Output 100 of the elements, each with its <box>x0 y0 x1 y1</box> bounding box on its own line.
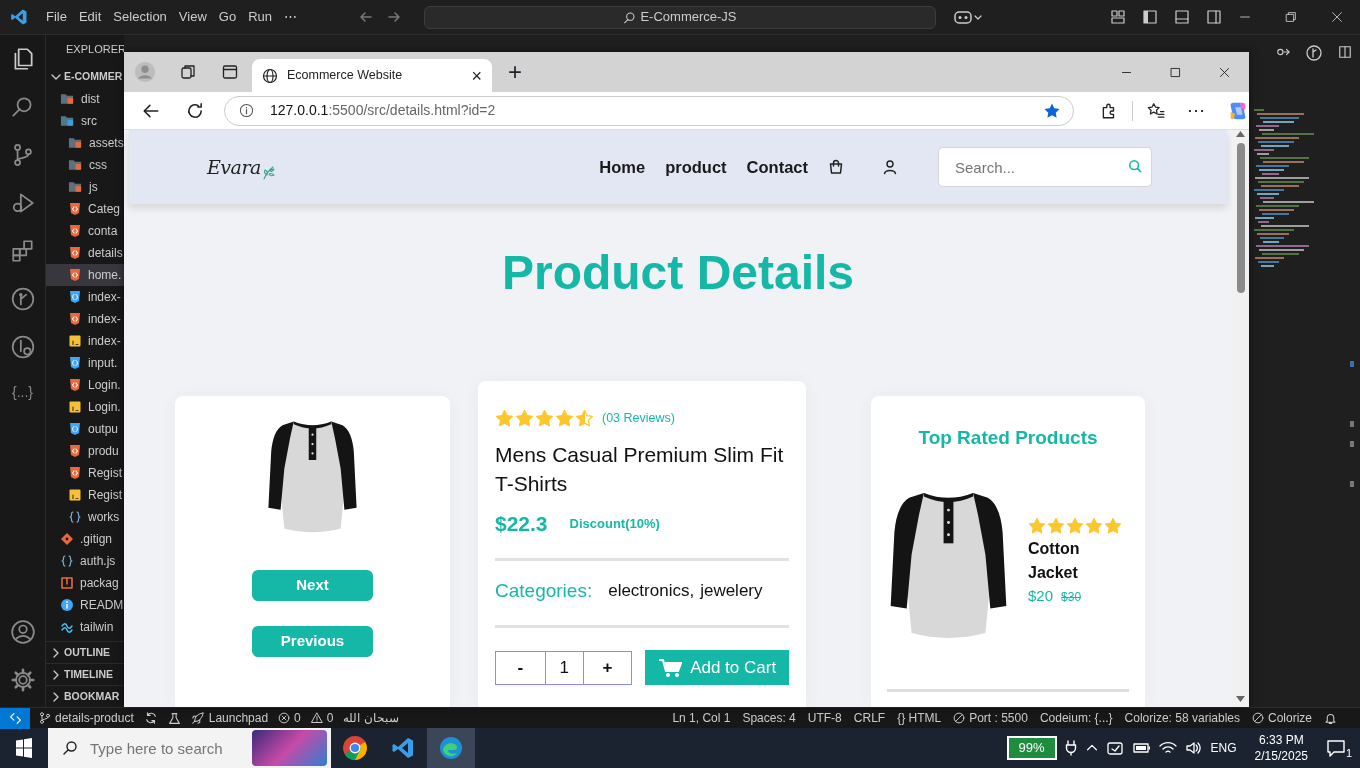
file-tree-item[interactable]: works <box>46 506 124 528</box>
menu-item[interactable]: ⋯ <box>278 7 303 27</box>
section-title[interactable]: E-COMMER <box>64 69 123 85</box>
product-name[interactable]: Cotton Jacket <box>1028 537 1098 586</box>
maximize-icon[interactable] <box>1169 65 1182 79</box>
status-item[interactable]: Colorize: 58 variables <box>1119 709 1245 727</box>
category-link[interactable]: electronics, <box>608 578 695 604</box>
site-logo[interactable]: Evara <box>207 152 261 182</box>
search-field[interactable]: Search... <box>938 147 1152 187</box>
menu-item[interactable]: File <box>40 7 73 27</box>
git-graph-icon[interactable] <box>9 286 36 312</box>
speaker-icon[interactable] <box>1184 740 1203 756</box>
browser-tab[interactable]: Ecommerce Website × <box>252 59 492 92</box>
nav-link[interactable]: product <box>665 154 727 180</box>
remote-button[interactable] <box>0 707 30 729</box>
tab-close-button[interactable]: × <box>471 66 482 85</box>
close-icon[interactable] <box>1218 65 1231 79</box>
more-menu-button[interactable]: ⋯ <box>1187 97 1205 124</box>
status-item[interactable]: Launchpad <box>185 709 274 727</box>
settings-icon[interactable] <box>9 667 36 693</box>
file-tree-item[interactable]: Regist <box>46 484 124 506</box>
status-item[interactable]: Port : 5500 <box>948 709 1033 727</box>
menu-item[interactable]: View <box>172 7 213 27</box>
file-tree-item[interactable]: assets <box>46 132 124 154</box>
nav-link[interactable]: Contact <box>746 154 808 180</box>
status-item[interactable]: Ln 1, Col 1 <box>667 709 736 727</box>
copilot-icon[interactable] <box>954 9 982 25</box>
file-tree-item[interactable]: tailwin <box>46 616 124 638</box>
status-item[interactable]: UTF-8 <box>802 709 847 727</box>
panel-title[interactable]: TIMELINE <box>64 666 113 683</box>
file-tree-item[interactable]: READM <box>46 594 124 616</box>
file-tree-item[interactable]: home. <box>46 264 124 286</box>
tab-actions-icon[interactable] <box>222 64 238 80</box>
battery-icon[interactable] <box>1132 740 1151 756</box>
sidebar-toggle-icon[interactable] <box>1142 9 1158 25</box>
scroll-thumb[interactable] <box>1236 143 1245 293</box>
status-item[interactable]: {} HTML <box>892 709 947 727</box>
restore-icon[interactable] <box>1284 10 1298 24</box>
status-item[interactable]: Spaces: 4 <box>737 709 801 727</box>
remote-explorer-icon[interactable] <box>9 334 36 360</box>
command-center[interactable]: E-Commerce-JS <box>424 5 936 29</box>
file-tree-item[interactable]: index- <box>46 330 124 352</box>
category-link[interactable]: jewelery <box>700 578 763 604</box>
bell-icon[interactable] <box>1324 711 1337 725</box>
file-tree-item[interactable]: conta <box>46 220 124 242</box>
forward-arrow-icon[interactable] <box>386 9 402 25</box>
flask-icon[interactable] <box>167 711 181 725</box>
file-tree-item[interactable]: details <box>46 242 124 264</box>
layout-icon[interactable] <box>1110 9 1126 25</box>
file-tree-item[interactable]: produ <box>46 440 124 462</box>
extensions-icon[interactable] <box>9 238 36 264</box>
quantity-field[interactable]: 1 <box>545 650 583 685</box>
file-tree-item[interactable]: js <box>46 176 124 198</box>
battery-indicator[interactable]: 99% <box>1006 736 1057 760</box>
nav-link[interactable]: Home <box>599 154 646 180</box>
file-tree-item[interactable]: src <box>46 110 124 132</box>
file-tree-item[interactable]: index- <box>46 286 124 308</box>
file-tree-item[interactable]: input. <box>46 352 124 374</box>
status-item[interactable]: CRLF <box>848 709 891 727</box>
status-item[interactable]: details-product <box>34 709 139 727</box>
clock[interactable]: 6:33 PM 2/15/2025 <box>1254 732 1308 764</box>
file-tree-item[interactable]: .gitign <box>46 528 124 550</box>
status-item[interactable]: 0 <box>305 709 339 727</box>
new-tab-button[interactable]: + <box>508 52 522 92</box>
git-graph-icon[interactable] <box>1306 45 1322 61</box>
panel-toggle-icon[interactable] <box>1174 9 1190 25</box>
scroll-down-icon[interactable] <box>1236 696 1245 703</box>
snippets-label[interactable]: {...} <box>12 382 33 403</box>
file-tree-item[interactable]: index- <box>46 308 124 330</box>
menu-item[interactable]: Run <box>242 7 278 27</box>
menu-item[interactable]: Edit <box>72 7 108 27</box>
panel-title[interactable]: BOOKMAR <box>64 688 120 705</box>
sync-icon[interactable] <box>143 711 158 725</box>
file-tree-item[interactable]: Categ <box>46 198 124 220</box>
quantity-increase-button[interactable]: + <box>582 650 633 685</box>
refresh-icon[interactable] <box>186 101 204 120</box>
split-editor-icon[interactable] <box>1338 45 1352 59</box>
menu-item[interactable]: Selection <box>107 7 173 27</box>
account-icon[interactable] <box>9 619 36 645</box>
quantity-decrease-button[interactable]: - <box>495 650 546 685</box>
vscode-logo-icon[interactable] <box>10 8 28 26</box>
shopping-bag-icon[interactable] <box>828 159 844 175</box>
file-tree-item[interactable]: css <box>46 154 124 176</box>
close-icon[interactable] <box>1330 10 1344 24</box>
user-icon[interactable] <box>882 159 898 175</box>
file-tree-item[interactable]: dist <box>46 88 124 110</box>
notification-icon[interactable] <box>1326 739 1346 757</box>
scrollbar[interactable] <box>1232 130 1249 707</box>
file-tree-item[interactable]: Login. <box>46 374 124 396</box>
file-tree-item[interactable]: Regist <box>46 462 124 484</box>
file-tree-item[interactable]: packag <box>46 572 124 594</box>
file-tree-item[interactable]: outpu <box>46 418 124 440</box>
menu-item[interactable]: Go <box>212 7 243 27</box>
panel-title[interactable]: OUTLINE <box>64 644 111 661</box>
taskbar-app-button[interactable] <box>427 728 475 768</box>
status-item[interactable]: سبحان الله <box>338 709 404 727</box>
workspaces-icon[interactable] <box>180 63 198 81</box>
language-indicator[interactable]: ENG <box>1210 739 1237 757</box>
secondary-sidebar-icon[interactable] <box>1206 9 1222 25</box>
status-item[interactable]: 0 <box>273 709 306 727</box>
